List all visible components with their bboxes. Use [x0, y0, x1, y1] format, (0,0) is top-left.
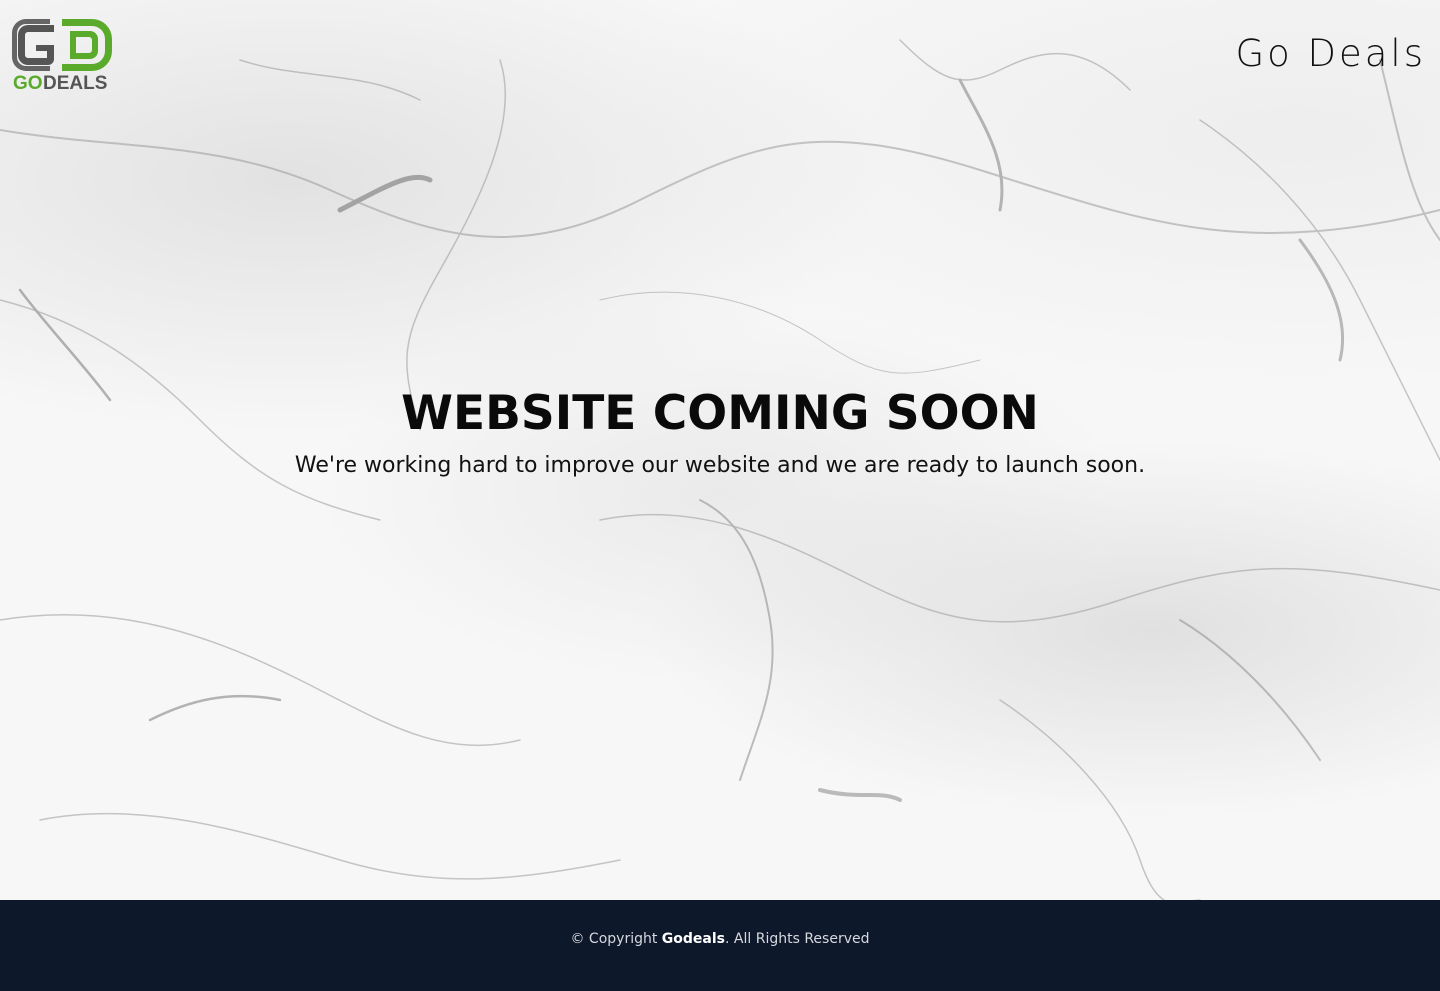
copyright-suffix: . All Rights Reserved [725, 931, 870, 947]
marble-texture [0, 39, 1440, 900]
svg-text:GO: GO [13, 73, 43, 91]
page-subline: We're working hard to improve our websit… [294, 453, 1146, 478]
svg-text:DEALS: DEALS [43, 73, 107, 91]
page-headline: WEBSITE COMING SOON [401, 386, 1039, 441]
page: GO DEALS Go Deals WEBSITE COMING SOON We… [0, 0, 1440, 991]
copyright-company: Godeals [661, 931, 726, 947]
footer: © Copyright Godeals. All Rights Reserved [0, 900, 1440, 991]
godeals-logo[interactable]: GO DEALS [12, 19, 112, 91]
copyright-text: © Copyright Godeals. All Rights Reserved [0, 931, 1440, 947]
godeals-logo-icon: GO DEALS [12, 19, 112, 91]
hero-background: GO DEALS Go Deals WEBSITE COMING SOON We… [0, 0, 1440, 900]
brand-name: Go Deals [1235, 32, 1426, 75]
copyright-prefix: © Copyright [570, 931, 658, 947]
